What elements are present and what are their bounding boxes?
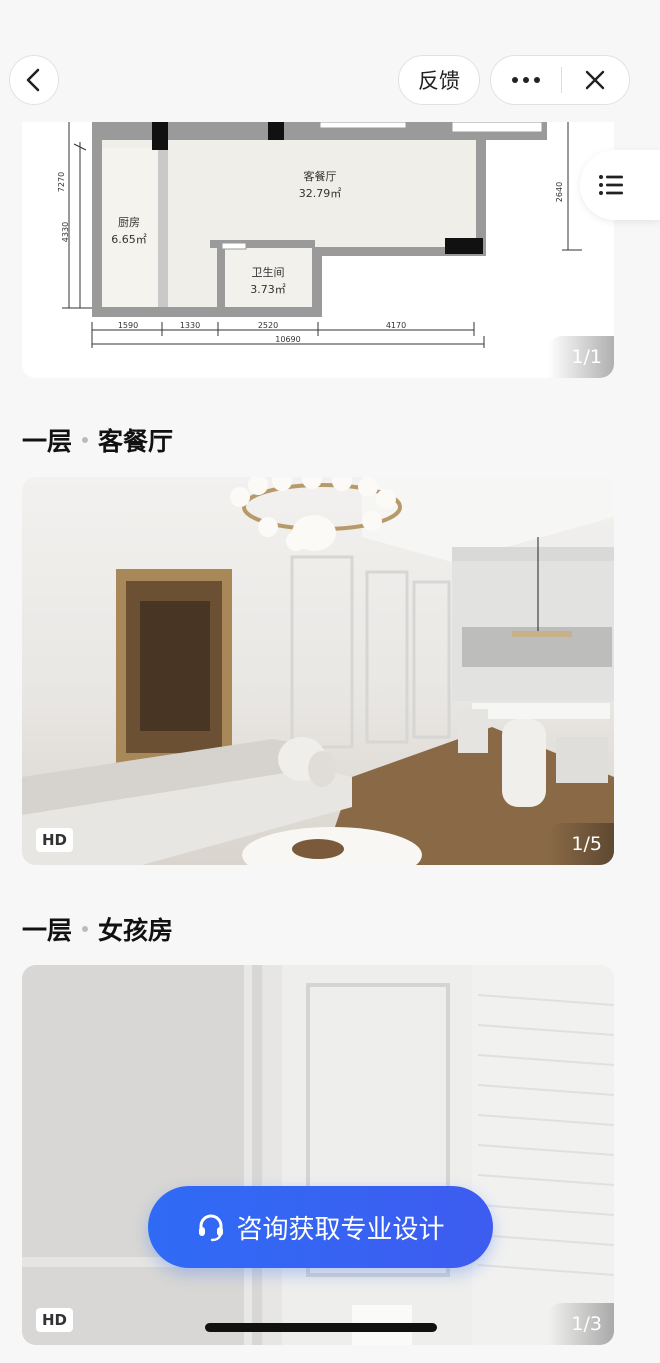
dim-total: 10690 (275, 335, 300, 344)
room-label-bathroom: 卫生间 (252, 265, 285, 279)
consult-label: 咨询获取专业设计 (236, 1214, 445, 1245)
more-button[interactable] (491, 56, 561, 104)
room-label: 客餐厅 (98, 427, 174, 456)
dim-bottom-4: 4170 (386, 321, 406, 330)
chevron-left-icon (26, 68, 40, 92)
dim-bottom-3: 2520 (258, 321, 278, 330)
hd-badge: HD (36, 1308, 74, 1332)
hd-badge: HD (36, 828, 74, 852)
room-label: 女孩房 (98, 916, 174, 945)
floorplan-image[interactable]: 客餐厅 32.79㎡ 厨房 6.65㎡ 卫生间 3.73㎡ 7270 4330 … (22, 112, 614, 378)
separator-dot (82, 926, 89, 932)
room-area-bathroom: 3.73㎡ (250, 283, 286, 296)
floorplan-drawing: 客餐厅 32.79㎡ 厨房 6.65㎡ 卫生间 3.73㎡ 7270 4330 … (57, 121, 582, 348)
room-photo-girls-room[interactable]: HD 1/3 (22, 965, 614, 1345)
section-title-girls-room: 一层 女孩房 (22, 911, 173, 947)
separator-dot (82, 437, 89, 443)
dim-left-2: 4330 (61, 222, 70, 242)
living-room-illustration (22, 477, 614, 865)
dim-bottom-1: 1590 (118, 321, 138, 330)
room-area-kitchen: 6.65㎡ (111, 233, 147, 246)
room-label-kitchen: 厨房 (118, 216, 140, 229)
room-area-living: 32.79㎡ (299, 187, 342, 200)
room-label-living: 客餐厅 (304, 169, 337, 183)
catalog-toggle[interactable] (580, 150, 660, 220)
home-indicator (205, 1323, 437, 1332)
list-icon (599, 175, 623, 195)
image-counter: 1/5 (548, 823, 614, 865)
more-dots-icon (511, 77, 540, 83)
dim-right: 2640 (555, 182, 564, 202)
mini-program-capsule (490, 55, 630, 105)
headset-icon (199, 1214, 224, 1242)
dim-left-1: 7270 (57, 172, 66, 192)
image-counter: 1/3 (548, 1303, 614, 1345)
image-counter: 1/1 (548, 336, 614, 378)
feedback-button[interactable]: 反馈 (398, 55, 480, 105)
floor-label: 一层 (22, 916, 73, 945)
consult-button[interactable]: 咨询获取专业设计 (148, 1186, 493, 1268)
top-navigation-bar: 反馈 (0, 0, 660, 122)
dim-bottom-2: 1330 (180, 321, 200, 330)
close-button[interactable] (562, 56, 630, 104)
room-photo-living[interactable]: HD 1/5 (22, 477, 614, 865)
girls-room-illustration (22, 965, 614, 1345)
floor-label: 一层 (22, 427, 73, 456)
back-button[interactable] (9, 55, 59, 105)
close-icon (586, 70, 605, 90)
section-title-living: 一层 客餐厅 (22, 422, 173, 458)
